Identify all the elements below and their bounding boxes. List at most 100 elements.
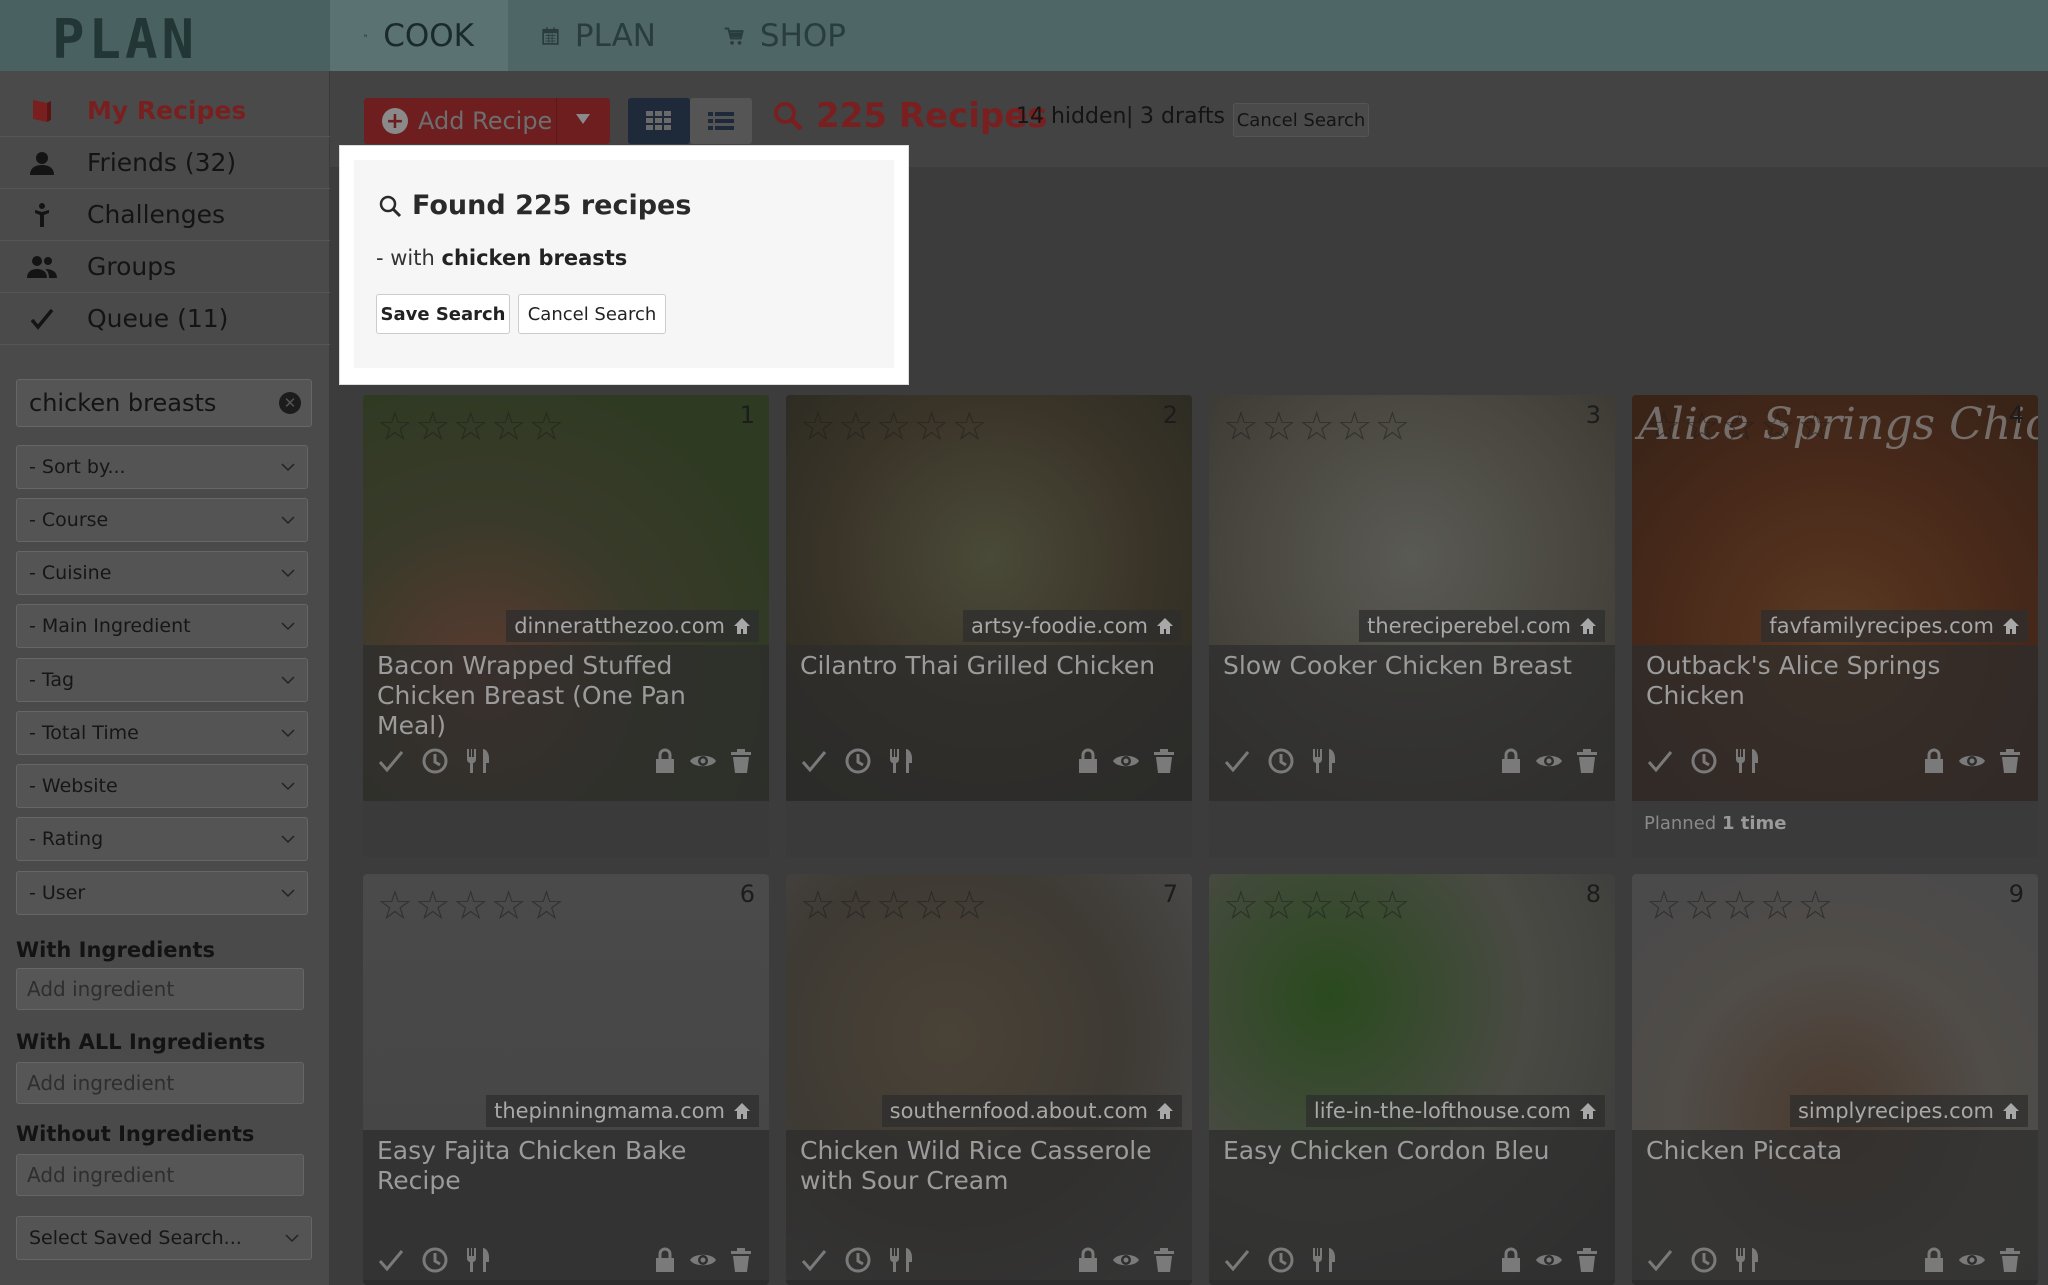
lock-icon[interactable] xyxy=(1920,1246,1948,1274)
lock-icon[interactable] xyxy=(651,747,679,775)
list-view-button[interactable] xyxy=(690,98,752,144)
sidebar-item-queue[interactable]: Queue (11) xyxy=(0,293,330,345)
trash-icon[interactable] xyxy=(1150,1246,1178,1274)
rating-stars[interactable]: ☆☆☆☆☆ xyxy=(377,407,566,447)
rating-stars[interactable]: ☆☆☆☆☆ xyxy=(377,886,566,926)
rating-stars[interactable]: ☆☆☆☆☆ xyxy=(1223,886,1412,926)
popup-cancel-search-button[interactable]: Cancel Search xyxy=(518,294,666,334)
trash-icon[interactable] xyxy=(1996,1246,2024,1274)
sidebar-item-my-recipes[interactable]: My Recipes xyxy=(0,85,330,137)
lock-icon[interactable] xyxy=(1074,747,1102,775)
eye-icon[interactable] xyxy=(1535,1246,1563,1274)
save-search-button[interactable]: Save Search xyxy=(376,294,510,334)
recipe-title[interactable]: Bacon Wrapped Stuffed Chicken Breast (On… xyxy=(377,651,762,741)
eye-icon[interactable] xyxy=(689,747,717,775)
tab-cook[interactable]: COOK xyxy=(330,0,508,71)
cancel-search-button[interactable]: Cancel Search xyxy=(1233,103,1369,137)
with-all-ingredients-input[interactable]: Add ingredient xyxy=(16,1062,304,1104)
recipe-source[interactable]: dinneratthezoo.com xyxy=(506,610,759,642)
fork-knife-icon[interactable] xyxy=(1734,1246,1762,1274)
rating-stars[interactable]: ☆☆☆☆☆ xyxy=(1646,886,1835,926)
check-icon[interactable] xyxy=(377,747,405,775)
recipe-source[interactable]: southernfood.about.com xyxy=(881,1095,1182,1127)
check-icon[interactable] xyxy=(377,1246,405,1274)
tab-shop[interactable]: SHOP xyxy=(690,0,880,71)
eye-icon[interactable] xyxy=(689,1246,717,1274)
recipe-source[interactable]: thepinningmama.com xyxy=(486,1095,759,1127)
recipe-title[interactable]: Easy Fajita Chicken Bake Recipe xyxy=(377,1136,762,1196)
recipe-card[interactable]: ☆☆☆☆☆ 9 simplyrecipes.com Chicken Piccata xyxy=(1632,874,2038,1285)
filter-select[interactable]: - Rating xyxy=(16,817,308,861)
recipe-card[interactable]: ☆☆☆☆☆ 7 southernfood.about.com Chicken Wild… xyxy=(786,874,1192,1285)
fork-knife-icon[interactable] xyxy=(1311,747,1339,775)
clock-icon[interactable] xyxy=(421,747,449,775)
check-icon[interactable] xyxy=(1646,747,1674,775)
filter-select[interactable]: - Tag xyxy=(16,658,308,702)
check-icon[interactable] xyxy=(1223,747,1251,775)
recipe-title[interactable]: Easy Chicken Cordon Bleu xyxy=(1223,1136,1608,1166)
check-icon[interactable] xyxy=(1223,1246,1251,1274)
clock-icon[interactable] xyxy=(1690,747,1718,775)
clock-icon[interactable] xyxy=(1267,747,1295,775)
rating-stars[interactable]: ☆☆☆☆☆ xyxy=(1646,407,1835,447)
eye-icon[interactable] xyxy=(1958,1246,1986,1274)
clock-icon[interactable] xyxy=(844,747,872,775)
fork-knife-icon[interactable] xyxy=(888,1246,916,1274)
recipe-card[interactable]: ☆☆☆☆☆ 6 thepinningmama.com Easy Fajita Chic… xyxy=(363,874,769,1285)
search-input[interactable]: chicken breasts ✕ xyxy=(16,379,312,427)
trash-icon[interactable] xyxy=(1573,1246,1601,1274)
recipe-source[interactable]: artsy-foodie.com xyxy=(962,610,1182,642)
clock-icon[interactable] xyxy=(844,1246,872,1274)
recipe-card[interactable]: ☆☆☆☆☆ 3 thereciperebel.com Slow Cooker Chic… xyxy=(1209,395,1615,857)
recipe-title[interactable]: Chicken Wild Rice Casserole with Sour Cr… xyxy=(800,1136,1185,1196)
recipe-card[interactable]: ☆☆☆☆☆ 1 dinneratthezoo.com Bacon Wrapped St… xyxy=(363,395,769,857)
fork-knife-icon[interactable] xyxy=(888,747,916,775)
rating-stars[interactable]: ☆☆☆☆☆ xyxy=(1223,407,1412,447)
sidebar-item-friends[interactable]: Friends (32) xyxy=(0,137,330,189)
lock-icon[interactable] xyxy=(1497,1246,1525,1274)
clock-icon[interactable] xyxy=(421,1246,449,1274)
tab-plan[interactable]: PLAN xyxy=(508,0,690,71)
fork-knife-icon[interactable] xyxy=(465,747,493,775)
hidden-count[interactable]: 14 hidden xyxy=(1016,104,1126,129)
rating-stars[interactable]: ☆☆☆☆☆ xyxy=(800,886,989,926)
recipe-title[interactable]: Slow Cooker Chicken Breast xyxy=(1223,651,1608,681)
eye-icon[interactable] xyxy=(1112,747,1140,775)
add-recipe-button[interactable]: + Add Recipe xyxy=(364,98,610,144)
check-icon[interactable] xyxy=(1646,1246,1674,1274)
filter-select[interactable]: - Cuisine xyxy=(16,551,308,595)
filter-select[interactable]: - Main Ingredient xyxy=(16,604,308,648)
grid-view-button[interactable] xyxy=(628,98,690,144)
recipe-source[interactable]: favfamilyrecipes.com xyxy=(1761,610,2028,642)
caret-down-icon[interactable] xyxy=(576,114,590,124)
drafts-count[interactable]: 3 drafts xyxy=(1140,104,1225,129)
check-icon[interactable] xyxy=(800,1246,828,1274)
lock-icon[interactable] xyxy=(1497,747,1525,775)
clock-icon[interactable] xyxy=(1690,1246,1718,1274)
with-ingredients-input[interactable]: Add ingredient xyxy=(16,968,304,1010)
fork-knife-icon[interactable] xyxy=(1311,1246,1339,1274)
filter-select[interactable]: - Website xyxy=(16,764,308,808)
recipe-title[interactable]: Chicken Piccata xyxy=(1646,1136,2031,1166)
filter-select[interactable]: - Sort by... xyxy=(16,445,308,489)
recipe-card[interactable]: Alice Springs Chicken☆☆☆☆☆4favfamilyreci… xyxy=(1632,395,2038,857)
lock-icon[interactable] xyxy=(651,1246,679,1274)
recipe-title[interactable]: Cilantro Thai Grilled Chicken xyxy=(800,651,1185,681)
sidebar-item-groups[interactable]: Groups xyxy=(0,241,330,293)
lock-icon[interactable] xyxy=(1920,747,1948,775)
trash-icon[interactable] xyxy=(727,1246,755,1274)
recipe-title[interactable]: Outback's Alice Springs Chicken xyxy=(1646,651,2031,711)
check-icon[interactable] xyxy=(800,747,828,775)
clear-search-icon[interactable]: ✕ xyxy=(279,392,301,414)
lock-icon[interactable] xyxy=(1074,1246,1102,1274)
fork-knife-icon[interactable] xyxy=(1734,747,1762,775)
filter-select[interactable]: - Course xyxy=(16,498,308,542)
rating-stars[interactable]: ☆☆☆☆☆ xyxy=(800,407,989,447)
recipe-source[interactable]: simplyrecipes.com xyxy=(1789,1095,2028,1127)
recipe-source[interactable]: life-in-the-lofthouse.com xyxy=(1305,1095,1605,1127)
filter-select[interactable]: - Total Time xyxy=(16,711,308,755)
sidebar-item-challenges[interactable]: Challenges xyxy=(0,189,330,241)
filter-select[interactable]: - User xyxy=(16,871,308,915)
without-ingredients-input[interactable]: Add ingredient xyxy=(16,1154,304,1196)
saved-search-select[interactable]: Select Saved Search... xyxy=(16,1216,312,1260)
